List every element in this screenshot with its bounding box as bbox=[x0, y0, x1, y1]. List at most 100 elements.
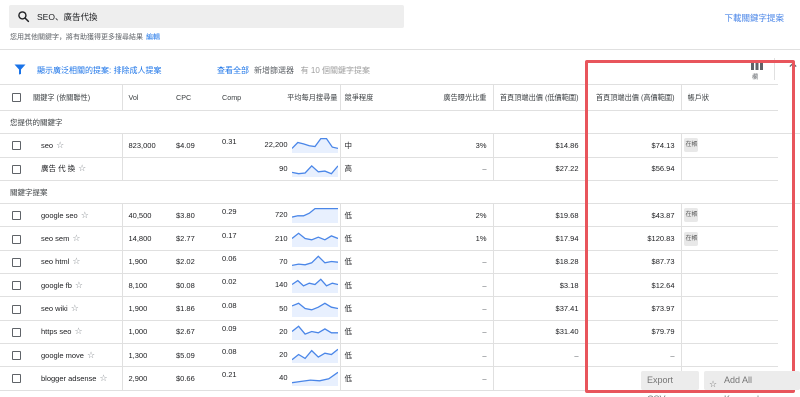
keyword-row[interactable]: 廣告 代 換 ☆ 90 高 – $27.22 $56.94 bbox=[0, 157, 800, 181]
keyword-text: google move bbox=[41, 350, 84, 360]
top-bid-low-cell: $31.40 bbox=[492, 320, 585, 344]
comp-cell: 0.31 22,200 bbox=[216, 133, 340, 158]
star-icon[interactable]: ☆ bbox=[81, 210, 89, 220]
header-top-bid-low[interactable]: 首頁頂端出價 (低價範圍) bbox=[492, 84, 585, 111]
star-icon[interactable]: ☆ bbox=[71, 303, 79, 313]
row-checkbox[interactable] bbox=[12, 374, 21, 384]
keyword-cell: seo wiki ☆ bbox=[0, 296, 122, 321]
keyword-row[interactable]: https seo ☆ 1,000 $2.67 0.09 20 低 – $31.40 $79.79 bbox=[0, 320, 800, 344]
keyword-search-input[interactable]: SEO、廣告代換 bbox=[9, 5, 404, 28]
comp-cell: 0.21 40 bbox=[216, 366, 340, 391]
comp-value: 0.08 bbox=[222, 347, 237, 357]
add-filter-button[interactable]: 新增篩選器 bbox=[254, 66, 294, 75]
keyword-text: seo html bbox=[41, 257, 70, 267]
row-checkbox[interactable] bbox=[12, 351, 21, 361]
comp-value: 0.21 bbox=[222, 370, 237, 380]
export-csv-button[interactable]: Export CSV bbox=[641, 371, 699, 397]
header-top-bid-high[interactable]: 首頁頂端出價 (高價範圍) bbox=[584, 84, 681, 111]
star-icon[interactable]: ☆ bbox=[99, 373, 107, 383]
trend-sparkline bbox=[291, 325, 338, 340]
top-bid-low-cell: $37.41 bbox=[492, 296, 585, 321]
top-bid-high-cell: $73.97 bbox=[584, 296, 681, 321]
competition-cell: 低 bbox=[339, 250, 393, 275]
table-body: 您提供的關鍵字 seo ☆ 823,000 $4.09 0.31 22,200 中 3% $14.… bbox=[0, 110, 800, 391]
download-keywords-link[interactable]: 下載關鍵字提案 bbox=[724, 12, 784, 24]
keyword-count: 有 10 個關鍵字提案 bbox=[300, 66, 371, 75]
vol-cell: 14,800 bbox=[121, 226, 170, 251]
in-account-badge: 在帳 bbox=[683, 231, 698, 246]
account-status-cell: 在帳 bbox=[680, 203, 778, 228]
top-bid-high-cell: $56.94 bbox=[584, 157, 681, 181]
row-checkbox[interactable] bbox=[12, 164, 21, 174]
row-checkbox[interactable] bbox=[12, 211, 21, 221]
header-vol[interactable]: Vol bbox=[121, 84, 170, 111]
avg-searches-value: 90 bbox=[279, 163, 288, 173]
star-icon[interactable]: ☆ bbox=[74, 326, 82, 336]
keyword-row[interactable]: google seo ☆ 40,500 $3.80 0.29 720 低 2% $19.68 $4… bbox=[0, 203, 800, 228]
row-checkbox[interactable] bbox=[12, 234, 21, 244]
keyword-cell: seo html ☆ bbox=[0, 250, 122, 275]
filter-icon[interactable] bbox=[14, 64, 26, 75]
divider bbox=[0, 49, 800, 50]
keyword-cell: google fb ☆ bbox=[0, 273, 122, 298]
star-icon[interactable]: ☆ bbox=[56, 140, 64, 150]
row-checkbox[interactable] bbox=[12, 327, 21, 337]
star-icon[interactable]: ☆ bbox=[78, 163, 86, 173]
chevron-up-icon[interactable] bbox=[789, 62, 797, 68]
comp-cell: 0.08 50 bbox=[216, 296, 340, 321]
avg-searches-cell: 90 bbox=[279, 161, 338, 177]
vol-cell: 1,900 bbox=[121, 296, 170, 321]
header-competition[interactable]: 競爭程度 bbox=[339, 84, 393, 111]
edit-link[interactable]: 編輯 bbox=[146, 34, 160, 41]
header-account-status[interactable]: 帳戶狀 bbox=[680, 84, 778, 111]
cpc-cell: $3.80 bbox=[170, 203, 216, 228]
avg-searches-value: 140 bbox=[274, 280, 288, 290]
avg-searches-value: 210 bbox=[274, 233, 288, 243]
top-bid-low-cell: $3.18 bbox=[492, 273, 585, 298]
row-checkbox[interactable] bbox=[12, 281, 21, 291]
impression-share-cell: – bbox=[393, 273, 493, 298]
search-query: SEO、廣告代換 bbox=[37, 12, 98, 22]
vol-cell: 40,500 bbox=[121, 203, 170, 228]
cpc-cell: $2.02 bbox=[170, 250, 216, 275]
star-icon[interactable]: ☆ bbox=[87, 350, 95, 360]
impression-share-cell: – bbox=[393, 320, 493, 344]
star-icon[interactable]: ☆ bbox=[75, 280, 83, 290]
keyword-text: seo sem bbox=[41, 234, 70, 244]
select-all-checkbox[interactable] bbox=[12, 93, 21, 103]
competition-cell: 高 bbox=[339, 157, 393, 181]
avg-searches-value: 720 bbox=[274, 210, 288, 220]
comp-value: 0.02 bbox=[222, 277, 237, 287]
section-label: 關鍵字提案 bbox=[0, 180, 800, 205]
competition-cell: 低 bbox=[339, 343, 393, 368]
keyword-row[interactable]: google fb ☆ 8,100 $0.08 0.02 140 低 – $3.18 $12.64 bbox=[0, 273, 800, 298]
star-icon[interactable]: ☆ bbox=[72, 256, 80, 266]
row-checkbox[interactable] bbox=[12, 304, 21, 314]
keyword-row[interactable]: google move ☆ 1,300 $5.09 0.08 20 低 – – – bbox=[0, 343, 800, 368]
header-cpc[interactable]: CPC bbox=[170, 84, 216, 111]
account-status-cell bbox=[680, 250, 778, 275]
top-bid-low-cell: $17.94 bbox=[492, 226, 585, 251]
broad-ideas-filter[interactable]: 顯示廣泛相關的提案: 排除成人提案 bbox=[37, 65, 161, 76]
keyword-row[interactable]: seo html ☆ 1,900 $2.02 0.06 70 低 – $18.28 $87.73 bbox=[0, 250, 800, 275]
competition-cell: 中 bbox=[339, 133, 393, 158]
header-keyword[interactable]: 關鍵字 (依關聯性) bbox=[0, 84, 122, 111]
header-comp[interactable]: Comp 平均每月搜尋量 bbox=[216, 84, 340, 111]
header-avg-searches[interactable]: 平均每月搜尋量 bbox=[287, 93, 337, 103]
view-all-link[interactable]: 查看全部 bbox=[217, 65, 249, 76]
add-all-keywords-button[interactable]: ☆ Add All Keywords bbox=[704, 371, 800, 397]
row-checkbox[interactable] bbox=[12, 257, 21, 267]
columns-icon[interactable] bbox=[751, 60, 763, 70]
star-icon[interactable]: ☆ bbox=[72, 233, 80, 243]
impression-share-cell: – bbox=[393, 157, 493, 181]
keyword-cell: 廣告 代 換 ☆ bbox=[0, 157, 122, 181]
header-impression-share[interactable]: 廣告曝光比重 bbox=[393, 84, 493, 111]
keyword-row[interactable]: seo sem ☆ 14,800 $2.77 0.17 210 低 1% $17.94 $120.… bbox=[0, 226, 800, 251]
cpc-cell: $0.08 bbox=[170, 273, 216, 298]
keyword-row[interactable]: seo wiki ☆ 1,900 $1.86 0.08 50 低 – $37.41 $73.97 bbox=[0, 296, 800, 321]
keyword-row[interactable]: seo ☆ 823,000 $4.09 0.31 22,200 中 3% $14.86 $74.1… bbox=[0, 133, 800, 158]
comp-cell: 0.08 20 bbox=[216, 343, 340, 368]
row-checkbox[interactable] bbox=[12, 141, 21, 151]
avg-searches-cell: 140 bbox=[274, 277, 338, 294]
cpc-cell: $2.67 bbox=[170, 320, 216, 344]
